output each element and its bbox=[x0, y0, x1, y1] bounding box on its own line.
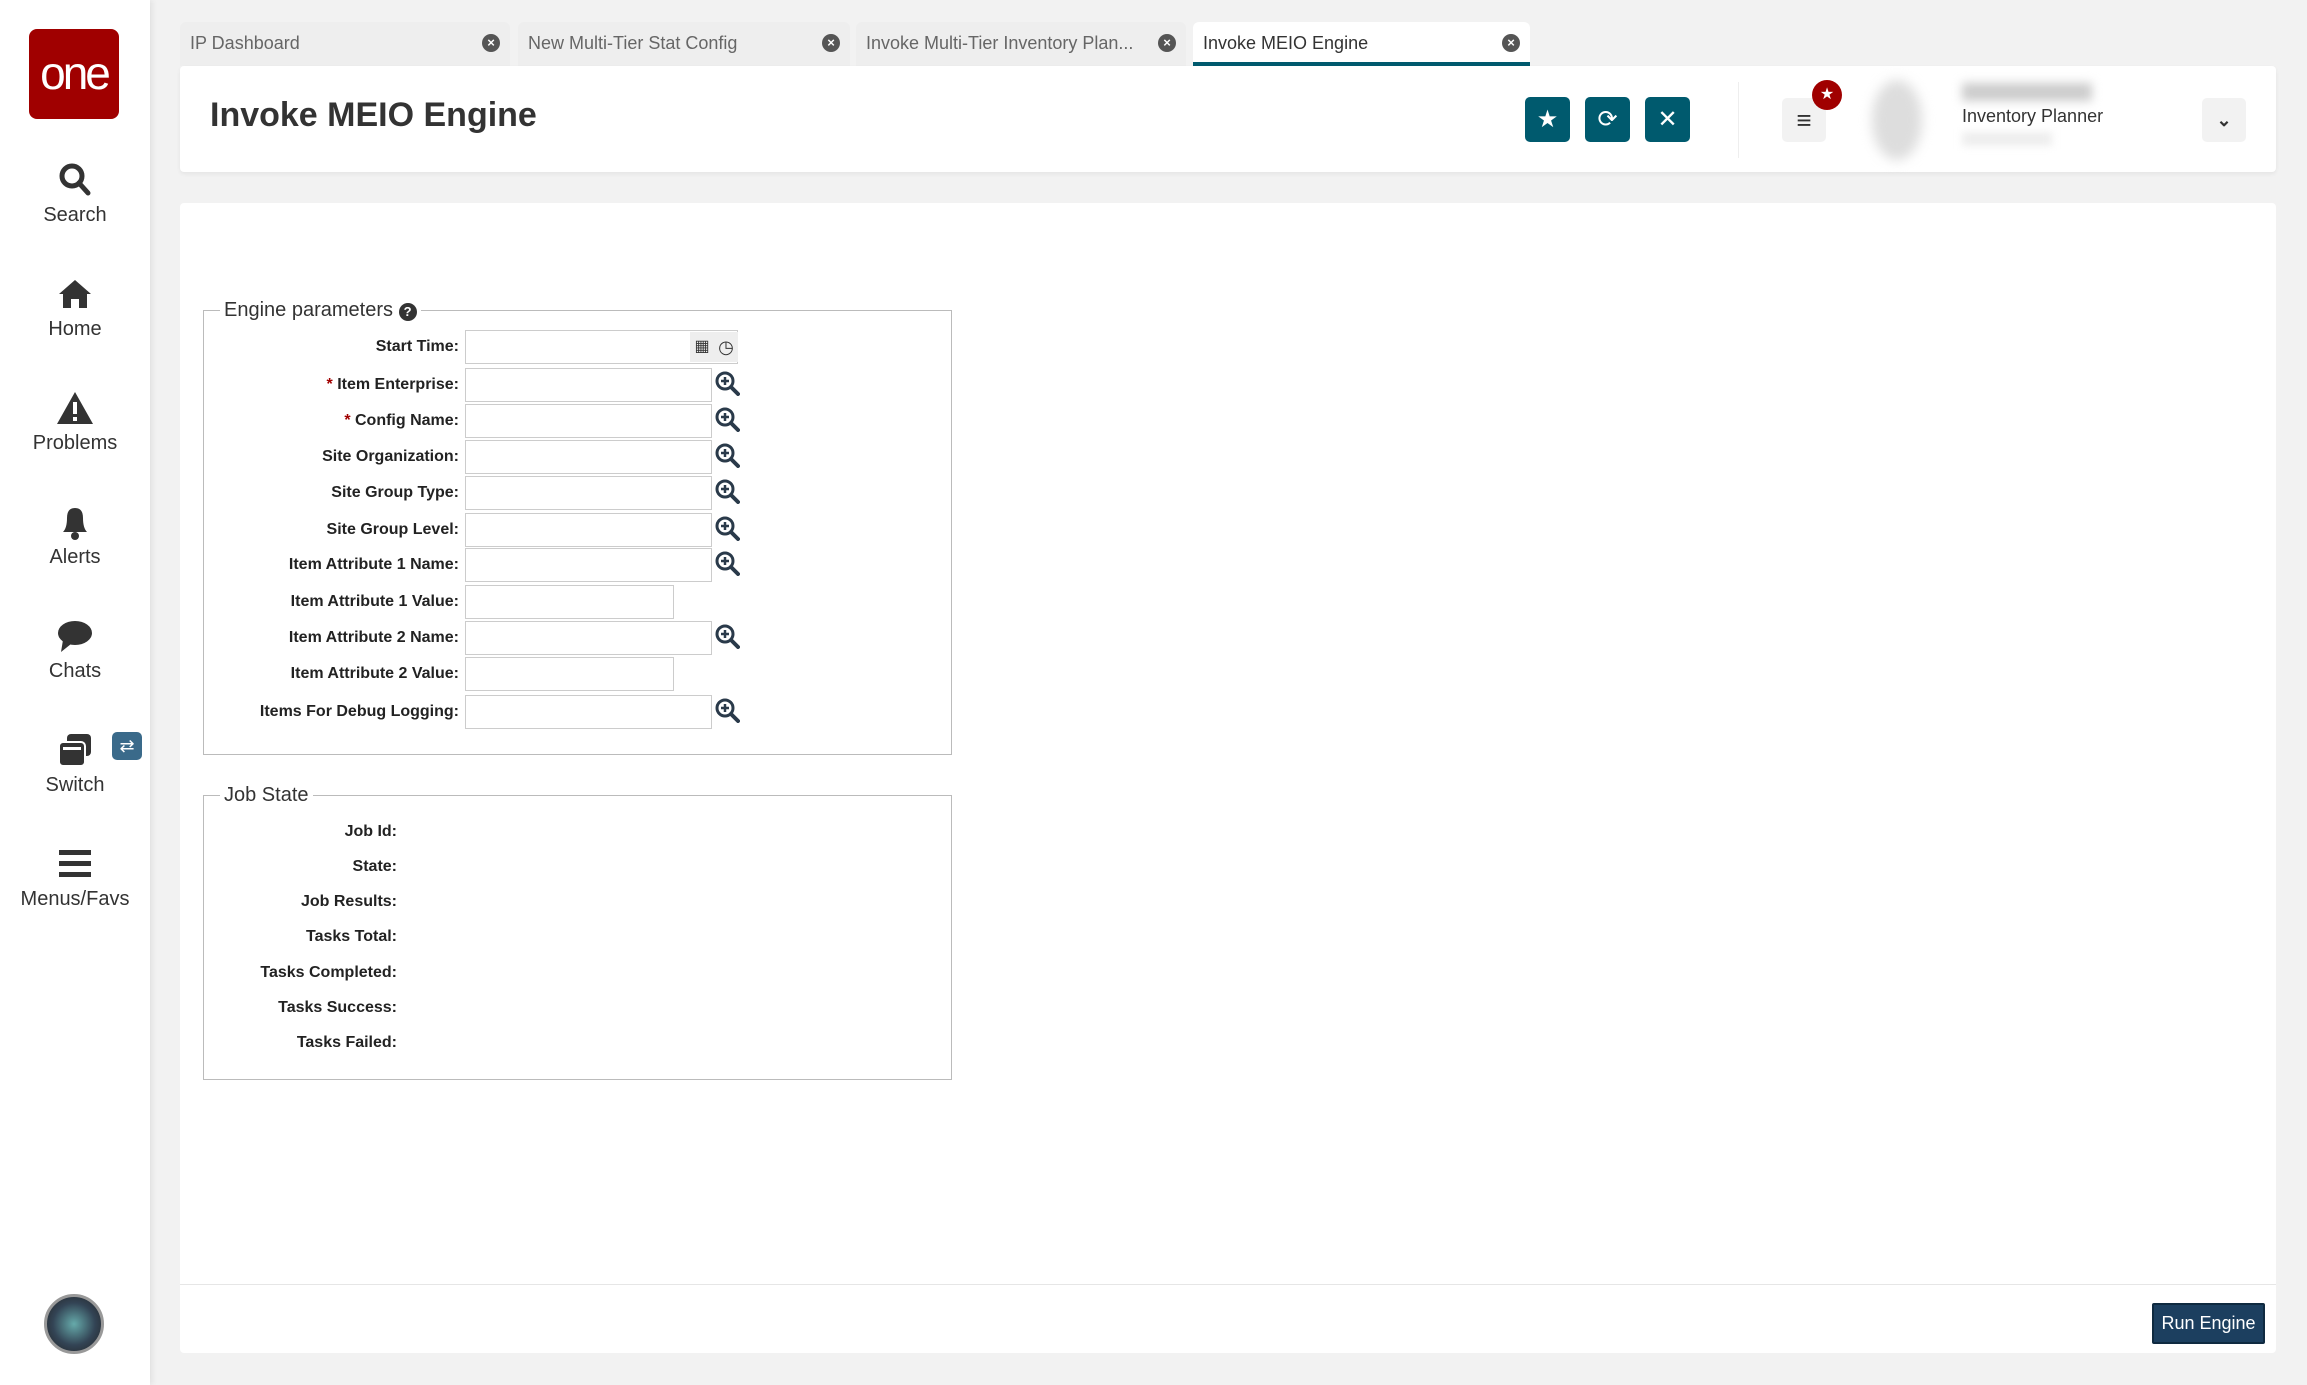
required-marker: * bbox=[344, 412, 355, 429]
item-attribute-2-value-label: Item Attribute 2 Value: bbox=[290, 665, 459, 682]
lookup-zoom-icon[interactable] bbox=[714, 478, 740, 504]
item-attribute-2-value-input[interactable] bbox=[465, 657, 674, 691]
item-attribute-2-name-input[interactable] bbox=[465, 621, 712, 655]
chat-icon bbox=[58, 621, 92, 652]
user-role: Inventory Planner bbox=[1962, 106, 2104, 126]
item-attribute-2-name-label: Item Attribute 2 Name: bbox=[288, 629, 459, 646]
page-title: Invoke MEIO Engine bbox=[210, 96, 537, 134]
lookup-zoom-icon[interactable] bbox=[714, 550, 740, 576]
sidebar-item-problems[interactable]: Problems bbox=[0, 388, 150, 455]
close-icon[interactable]: × bbox=[482, 34, 500, 52]
warning-icon bbox=[57, 392, 93, 424]
tasks-failed-label: Tasks Failed: bbox=[296, 1034, 397, 1051]
config-name-label: * Config Name: bbox=[344, 412, 459, 429]
item-attribute-1-value-input[interactable] bbox=[465, 585, 674, 619]
refresh-icon: ⟳ bbox=[1597, 106, 1618, 133]
help-icon[interactable]: ? bbox=[398, 303, 417, 321]
lookup-zoom-icon[interactable] bbox=[714, 442, 740, 468]
star-icon: ★ bbox=[1536, 106, 1559, 133]
items-for-debug-logging-label: Items For Debug Logging: bbox=[259, 703, 459, 720]
user-org-blurred bbox=[1962, 132, 2052, 146]
clock-icon[interactable]: ◷ bbox=[714, 332, 738, 362]
home-icon bbox=[59, 280, 91, 308]
page-header: Invoke MEIO Engine ★ ⟳ ✕ ≡ ★ Inventory P… bbox=[180, 66, 2276, 172]
bell-icon bbox=[63, 508, 87, 540]
engine-parameters-legend: Engine parameters ? bbox=[220, 299, 421, 322]
items-for-debug-logging-input[interactable] bbox=[465, 695, 712, 729]
close-icon[interactable]: × bbox=[1158, 34, 1176, 52]
job-state-legend: Job State bbox=[224, 784, 309, 806]
state-label: State: bbox=[352, 858, 397, 875]
job-id-label: Job Id: bbox=[344, 823, 397, 840]
site-organization-label: Site Organization: bbox=[322, 448, 459, 465]
site-organization-input[interactable] bbox=[465, 440, 712, 474]
user-avatar-bottom[interactable] bbox=[44, 1294, 104, 1354]
tasks-completed-label: Tasks Completed: bbox=[260, 964, 397, 981]
user-name-blurred bbox=[1962, 83, 2092, 101]
calendar-icon[interactable]: ▦ bbox=[690, 332, 714, 362]
chevron-down-icon: ⌄ bbox=[2216, 110, 2232, 130]
item-attribute-1-name-input[interactable] bbox=[465, 548, 712, 582]
lookup-zoom-icon[interactable] bbox=[714, 406, 740, 432]
switch-swap-icon[interactable]: ⇄ bbox=[112, 732, 142, 760]
favorite-button[interactable]: ★ bbox=[1525, 97, 1570, 142]
site-group-level-label: Site Group Level: bbox=[326, 521, 459, 538]
footer-divider bbox=[180, 1284, 2276, 1285]
sidebar-item-menus-favs[interactable]: Menus/Favs bbox=[0, 844, 150, 911]
item-attribute-1-value-label: Item Attribute 1 Value: bbox=[290, 593, 459, 610]
close-page-button[interactable]: ✕ bbox=[1645, 97, 1690, 142]
job-results-label: Job Results: bbox=[300, 893, 397, 910]
tab-new-multi-tier-stat-config[interactable]: New Multi-Tier Stat Config × bbox=[518, 22, 850, 66]
lookup-zoom-icon[interactable] bbox=[714, 370, 740, 396]
close-icon[interactable]: × bbox=[822, 34, 840, 52]
menu-icon bbox=[59, 850, 91, 877]
user-avatar[interactable] bbox=[1872, 80, 1922, 160]
favorites-star-badge: ★ bbox=[1812, 80, 1842, 110]
search-icon bbox=[59, 163, 91, 196]
item-enterprise-label: * Item Enterprise: bbox=[326, 376, 459, 393]
sidebar-item-alerts[interactable]: Alerts bbox=[0, 502, 150, 569]
item-attribute-1-name-label: Item Attribute 1 Name: bbox=[288, 556, 459, 573]
tasks-total-label: Tasks Total: bbox=[306, 928, 397, 945]
sidebar-item-home[interactable]: Home bbox=[0, 274, 150, 341]
item-enterprise-input[interactable] bbox=[465, 368, 712, 402]
sidebar: one Search Home Problems Alerts Chats Sw… bbox=[0, 0, 150, 1385]
lookup-zoom-icon[interactable] bbox=[714, 623, 740, 649]
close-icon: ✕ bbox=[1657, 106, 1678, 133]
start-time-label: Start Time: bbox=[375, 338, 459, 355]
site-group-type-input[interactable] bbox=[465, 476, 712, 510]
tab-ip-dashboard[interactable]: IP Dashboard × bbox=[180, 22, 510, 66]
run-engine-button[interactable]: Run Engine bbox=[2152, 1303, 2265, 1344]
lookup-zoom-icon[interactable] bbox=[714, 697, 740, 723]
divider bbox=[1738, 82, 1739, 158]
close-icon[interactable]: × bbox=[1502, 34, 1520, 52]
refresh-button[interactable]: ⟳ bbox=[1585, 97, 1630, 142]
sidebar-item-chats[interactable]: Chats bbox=[0, 616, 150, 683]
site-group-level-input[interactable] bbox=[465, 513, 712, 547]
sidebar-item-search[interactable]: Search bbox=[0, 160, 150, 227]
switch-icon bbox=[58, 734, 91, 767]
user-menu-dropdown[interactable]: ⌄ bbox=[2202, 98, 2246, 142]
config-name-input[interactable] bbox=[465, 404, 712, 438]
main-panel: Engine parameters ? Start Time: ▦ ◷ * Item … bbox=[180, 203, 2276, 1353]
required-marker: * bbox=[326, 376, 338, 393]
menu-icon: ≡ bbox=[1796, 105, 1812, 135]
tasks-success-label: Tasks Success: bbox=[278, 999, 397, 1016]
lookup-zoom-icon[interactable] bbox=[714, 515, 740, 541]
site-group-type-label: Site Group Type: bbox=[331, 484, 459, 501]
tab-invoke-meio-engine[interactable]: Invoke MEIO Engine × bbox=[1193, 22, 1530, 66]
app-logo[interactable]: one bbox=[29, 29, 119, 119]
tab-invoke-multi-tier-inventory-plan[interactable]: Invoke Multi-Tier Inventory Plan... × bbox=[856, 22, 1186, 66]
